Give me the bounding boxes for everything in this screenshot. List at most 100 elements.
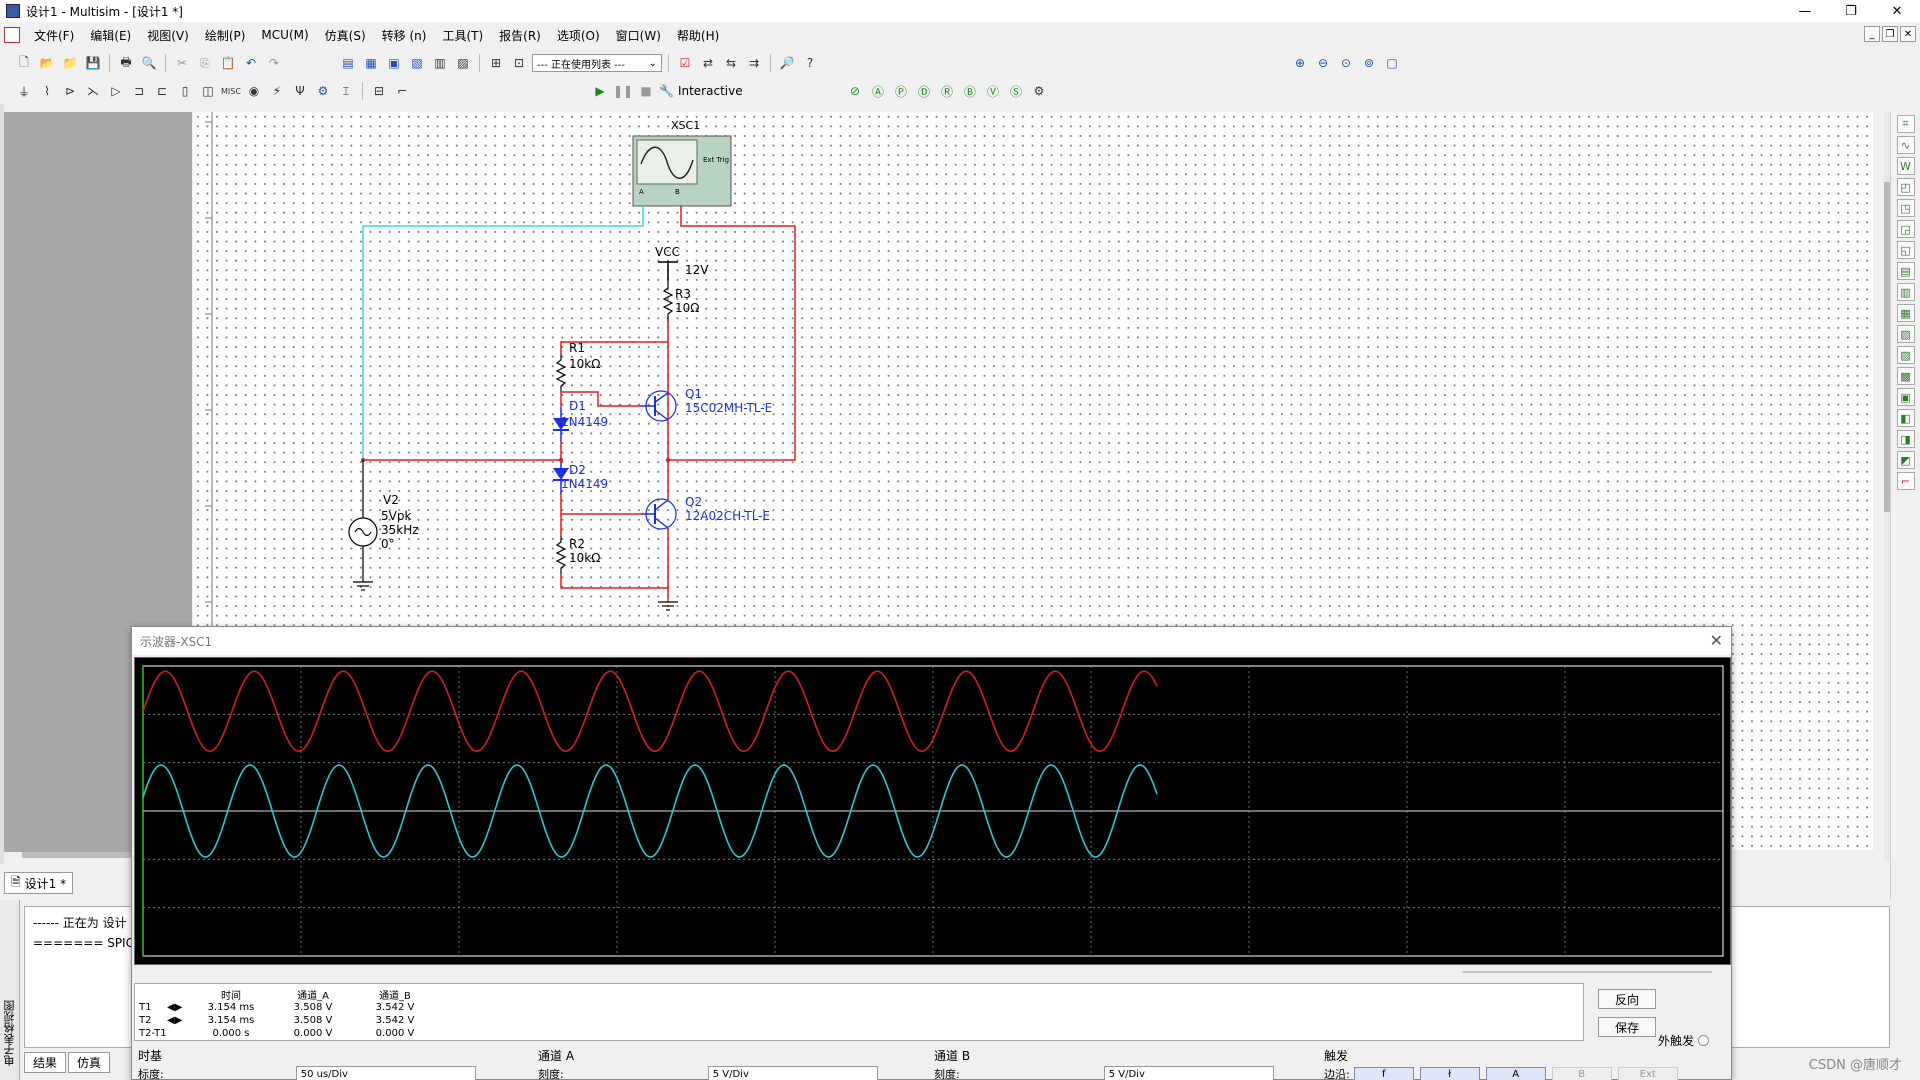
ac-source-v2[interactable]	[348, 517, 378, 547]
run-icon[interactable]: ▶	[590, 81, 610, 101]
trigger-falling-button[interactable]: ł	[1419, 1067, 1480, 1080]
current-probe-icon[interactable]: ⌐	[1896, 472, 1915, 490]
bode-plotter-icon[interactable]: ◲	[1896, 220, 1915, 238]
menu-window[interactable]: 窗口(W)	[608, 27, 669, 44]
trigger-rising-button[interactable]: f	[1353, 1067, 1414, 1080]
menu-file[interactable]: 文件(F)	[26, 27, 82, 44]
database-manager-icon[interactable]: ▥	[430, 53, 450, 73]
mdi-minimize-button[interactable]: _	[1864, 26, 1880, 42]
trigger-a-button[interactable]: A	[1485, 1067, 1546, 1080]
t2-arrow-buttons[interactable]: ◀▶	[167, 1015, 189, 1026]
resistor-r2[interactable]	[555, 536, 567, 574]
trigger-ext-button[interactable]: Ext	[1617, 1067, 1678, 1080]
place-wire-icon[interactable]: ⌐	[392, 81, 412, 101]
channel-a-scale-field[interactable]: 5 V/Div	[707, 1066, 878, 1080]
zoom-in-icon[interactable]: ⊕	[1290, 53, 1310, 73]
t1-arrow-buttons[interactable]: ◀▶	[167, 1002, 189, 1013]
multimeter-icon[interactable]: ⌗	[1896, 115, 1915, 133]
postprocessor-icon[interactable]: ⊡	[509, 53, 529, 73]
resistor-r3[interactable]	[662, 280, 674, 322]
menu-help[interactable]: 帮助(H)	[669, 27, 727, 44]
tektronix-icon[interactable]: ◨	[1896, 430, 1915, 448]
paste-icon[interactable]: 📋	[218, 53, 238, 73]
spectrum-analyzer-icon[interactable]: ▩	[1896, 367, 1915, 385]
menu-edit[interactable]: 编辑(E)	[82, 27, 139, 44]
hierarchical-block-icon[interactable]: ⊟	[369, 81, 389, 101]
oscilloscope-icon[interactable]: ◰	[1896, 178, 1915, 196]
menu-place[interactable]: 绘制(P)	[197, 27, 254, 44]
new-file-icon[interactable]: 🗋	[14, 53, 34, 73]
scope-close-button[interactable]: ✕	[1710, 631, 1723, 650]
power-icon[interactable]: ⚡	[267, 81, 287, 101]
indicator-icon[interactable]: ◉	[244, 81, 264, 101]
resistor-r1[interactable]	[555, 354, 567, 392]
tab-design1[interactable]: 🗎 设计1 *	[4, 872, 74, 894]
zoom-out-icon[interactable]: ⊖	[1313, 53, 1333, 73]
grapher-icon[interactable]: ▧	[407, 53, 427, 73]
print-icon[interactable]: 🖶	[116, 53, 136, 73]
channel-b-scale-field[interactable]: 5 V/Div	[1103, 1066, 1274, 1080]
probe-voltage-ref-icon[interactable]: Ⓥ	[983, 81, 1003, 101]
cut-icon[interactable]: ✂	[172, 53, 192, 73]
probe-power-icon[interactable]: Ⓟ	[891, 81, 911, 101]
cmos-icon[interactable]: ⊏	[152, 81, 172, 101]
wire-q2-base[interactable]	[560, 494, 641, 515]
diode-icon[interactable]: ⊳	[60, 81, 80, 101]
close-button[interactable]: ✕	[1874, 0, 1920, 22]
component-wizard-icon[interactable]: ▨	[453, 53, 473, 73]
menu-tools[interactable]: 工具(T)	[434, 27, 491, 44]
scope-title-bar[interactable]: 示波器-XSC1	[132, 627, 1731, 655]
menu-transfer[interactable]: 转移 (n)	[374, 27, 435, 44]
distortion-analyzer-icon[interactable]: ▨	[1896, 346, 1915, 364]
menu-simulate[interactable]: 仿真(S)	[317, 27, 374, 44]
find-examples-icon[interactable]: 🔎	[777, 53, 797, 73]
mdi-close-button[interactable]: ✕	[1900, 26, 1916, 42]
zoom-fit-icon[interactable]: ⊚	[1359, 53, 1379, 73]
basic-icon[interactable]: ⌇	[37, 81, 57, 101]
iv-analyzer-icon[interactable]: ▧	[1896, 325, 1915, 343]
wire-input-node[interactable]	[363, 442, 562, 461]
in-use-list-dropdown[interactable]: --- 正在使用列表 --- ⌄	[532, 54, 662, 72]
logic-converter-icon[interactable]: ▥	[1896, 283, 1915, 301]
agilent-icon[interactable]: ◧	[1896, 409, 1915, 427]
open-sample-icon[interactable]: 📁	[60, 53, 80, 73]
probe-gear-icon[interactable]: ⚙	[1029, 81, 1049, 101]
trigger-b-button[interactable]: B	[1551, 1067, 1612, 1080]
electromech-icon[interactable]: ⚙	[313, 81, 333, 101]
pause-icon[interactable]: ❚❚	[613, 81, 633, 101]
stop-icon[interactable]: ■	[636, 81, 656, 101]
mixed-icon[interactable]: ◫	[198, 81, 218, 101]
four-channel-scope-icon[interactable]: ◳	[1896, 199, 1915, 217]
probe-current-icon[interactable]: Ⓐ	[868, 81, 888, 101]
spreadsheet-view-icon[interactable]: ▦	[361, 53, 381, 73]
rf-icon[interactable]: Ψ	[290, 81, 310, 101]
probe-voltage-icon[interactable]: ⊘	[845, 81, 865, 101]
menu-view[interactable]: 视图(V)	[139, 27, 197, 44]
timebase-scale-field[interactable]: 50 us/Div	[295, 1066, 476, 1080]
wire-ground[interactable]	[560, 574, 669, 602]
oscilloscope-xsc1[interactable]: Ext Trig A B	[632, 135, 732, 207]
probe-digital-icon[interactable]: Ⓑ	[960, 81, 980, 101]
mcu-icon[interactable]: ▯	[175, 81, 195, 101]
erc-icon[interactable]: ☑	[675, 53, 695, 73]
transistor-icon[interactable]: ⋋	[83, 81, 103, 101]
word-generator-icon[interactable]: ▤	[1896, 262, 1915, 280]
menu-mcu[interactable]: MCU(M)	[253, 28, 316, 42]
menu-options[interactable]: 选项(O)	[549, 27, 608, 44]
place-bus-icon[interactable]: ⌶	[336, 81, 356, 101]
open-folder-icon[interactable]: 📂	[37, 53, 57, 73]
horizontal-scrollbar[interactable]	[22, 852, 132, 858]
save-icon[interactable]: 💾	[83, 53, 103, 73]
tab-results[interactable]: 结果	[24, 1052, 67, 1073]
probe-ref-icon[interactable]: Ⓡ	[937, 81, 957, 101]
save-button[interactable]: 保存	[1598, 1017, 1656, 1037]
document-icon[interactable]	[4, 27, 20, 43]
misc-icon[interactable]: MISC	[221, 81, 241, 101]
help-icon[interactable]: ?	[800, 53, 820, 73]
undo-icon[interactable]: ↶	[241, 53, 261, 73]
print-preview-icon[interactable]: 🔍	[139, 53, 159, 73]
transfer-ultiboard-icon[interactable]: ⇄	[698, 53, 718, 73]
function-generator-icon[interactable]: ∿	[1896, 136, 1915, 154]
analog-icon[interactable]: ▷	[106, 81, 126, 101]
reverse-button[interactable]: 反向	[1598, 989, 1656, 1009]
